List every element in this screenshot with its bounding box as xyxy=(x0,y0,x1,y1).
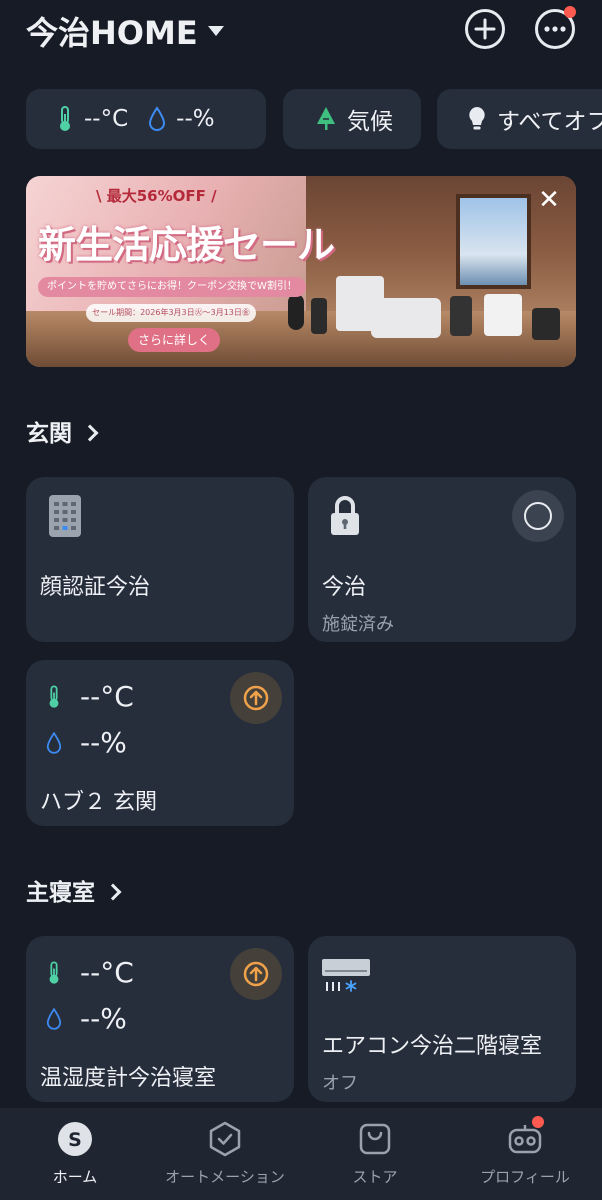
banner-badge: \ 最大56%OFF / xyxy=(96,187,217,205)
banner-period: セール期間：2026年3月3日㊋～3月13日㊎ xyxy=(86,304,256,322)
profile-notification-dot xyxy=(532,1116,544,1128)
keypad-icon xyxy=(49,495,81,537)
weather-label: 気候 xyxy=(347,109,393,135)
bottom-tab-bar: S ホーム オートメーション ストア プロフィール xyxy=(0,1108,602,1200)
device-name: 温湿度計今治寝室 xyxy=(40,1066,217,1091)
lock-toggle-button[interactable] xyxy=(512,490,564,542)
banner-subtitle: ポイントを貯めてさらにお得！クーポン交換でW割引！ xyxy=(38,277,306,297)
thermometer-icon xyxy=(49,684,59,708)
temperature-value: --°C xyxy=(80,956,134,989)
tab-automation[interactable]: オートメーション xyxy=(150,1108,300,1200)
humidity-reading: --% xyxy=(46,1002,127,1035)
thermometer-icon xyxy=(49,960,59,984)
upgrade-icon xyxy=(243,685,269,711)
device-name: 顔認証今治 xyxy=(40,575,151,600)
humidity-drop-icon xyxy=(46,731,62,754)
tab-label: ホーム xyxy=(52,1168,98,1186)
add-button[interactable] xyxy=(465,9,505,49)
room-header-entrance[interactable]: 玄関 xyxy=(26,414,99,448)
humidity-value: --% xyxy=(80,1002,127,1035)
device-name: エアコン今治二階寝室 xyxy=(322,1034,543,1059)
climate-chip[interactable]: --°C --% xyxy=(26,89,266,149)
banner-device-image xyxy=(371,298,441,338)
tab-label: オートメーション xyxy=(165,1168,285,1186)
device-card-air-conditioner[interactable]: エアコン今治二階寝室 オフ xyxy=(308,936,576,1102)
air-conditioner-icon xyxy=(322,959,370,992)
tab-label: ストア xyxy=(352,1168,398,1186)
store-bag-icon xyxy=(359,1123,391,1155)
upgrade-button[interactable] xyxy=(230,948,282,1000)
tree-icon xyxy=(317,107,335,130)
chevron-right-icon xyxy=(104,883,122,901)
all-off-chip[interactable]: すべてオフ xyxy=(437,89,602,149)
quick-chips: --°C --% 気候 すべてオフ xyxy=(26,89,602,149)
all-off-label: すべてオフ xyxy=(497,109,602,135)
banner-close-button[interactable]: ✕ xyxy=(536,187,562,214)
device-card-hub2[interactable]: --°C --% ハブ２ 玄関 xyxy=(26,660,294,826)
humidity-value: --% xyxy=(80,726,127,759)
humidity-reading: --% xyxy=(46,726,127,759)
automation-icon xyxy=(209,1121,241,1157)
lightbulb-icon xyxy=(469,107,485,130)
chevron-right-icon xyxy=(81,424,99,442)
climate-temp: --°C xyxy=(84,106,129,132)
tab-store[interactable]: ストア xyxy=(300,1108,450,1200)
thermometer-icon xyxy=(60,106,70,131)
banner-device-image xyxy=(484,294,522,336)
banner-headline: 新生活応援セール xyxy=(38,223,335,267)
device-name: 今治 xyxy=(322,575,367,600)
device-status: 施錠済み xyxy=(322,614,394,635)
device-name: ハブ２ 玄関 xyxy=(40,790,157,815)
room-header-master-bedroom[interactable]: 主寝室 xyxy=(26,873,122,907)
banner-device-image xyxy=(532,308,560,340)
weather-chip[interactable]: 気候 xyxy=(283,89,421,149)
banner-details-button[interactable]: さらに詳しく xyxy=(128,328,220,352)
home-title: 今治HOME xyxy=(26,14,198,52)
temperature-value: --°C xyxy=(80,680,134,713)
device-card-lock[interactable]: 今治 施錠済み xyxy=(308,477,576,642)
header: 今治HOME xyxy=(0,0,602,70)
humidity-drop-icon xyxy=(149,106,166,131)
banner-device-image xyxy=(311,298,327,334)
device-status: オフ xyxy=(322,1073,358,1094)
banner-device-image xyxy=(450,296,472,336)
tab-label: プロフィール xyxy=(480,1168,570,1186)
plus-circle-icon xyxy=(474,18,496,40)
banner-device-image xyxy=(288,294,304,330)
banner-window-scene xyxy=(456,194,531,289)
promo-banner[interactable]: \ 最大56%OFF / 新生活応援セール ポイントを貯めてさらにお得！クーポン… xyxy=(26,176,576,367)
svg-text:S: S xyxy=(68,1129,82,1151)
tab-home[interactable]: S ホーム xyxy=(0,1108,150,1200)
temperature-reading: --°C xyxy=(46,680,134,713)
device-card-face-auth[interactable]: 顔認証今治 xyxy=(26,477,294,642)
device-card-thermo-hygrometer[interactable]: --°C --% 温湿度計今治寝室 xyxy=(26,936,294,1102)
lock-icon xyxy=(331,496,359,535)
humidity-drop-icon xyxy=(46,1007,62,1030)
climate-humidity: --% xyxy=(176,106,215,132)
upgrade-button[interactable] xyxy=(230,672,282,724)
toggle-ring-icon xyxy=(524,502,552,530)
room-title: 玄関 xyxy=(26,421,72,447)
tab-profile[interactable]: プロフィール xyxy=(450,1108,600,1200)
room-title: 主寝室 xyxy=(26,880,95,906)
temperature-reading: --°C xyxy=(46,956,134,989)
notification-dot xyxy=(564,6,576,18)
upgrade-icon xyxy=(243,961,269,987)
caret-down-icon xyxy=(207,26,224,36)
home-selector[interactable]: 今治HOME xyxy=(26,8,224,54)
home-s-icon: S xyxy=(58,1122,92,1156)
